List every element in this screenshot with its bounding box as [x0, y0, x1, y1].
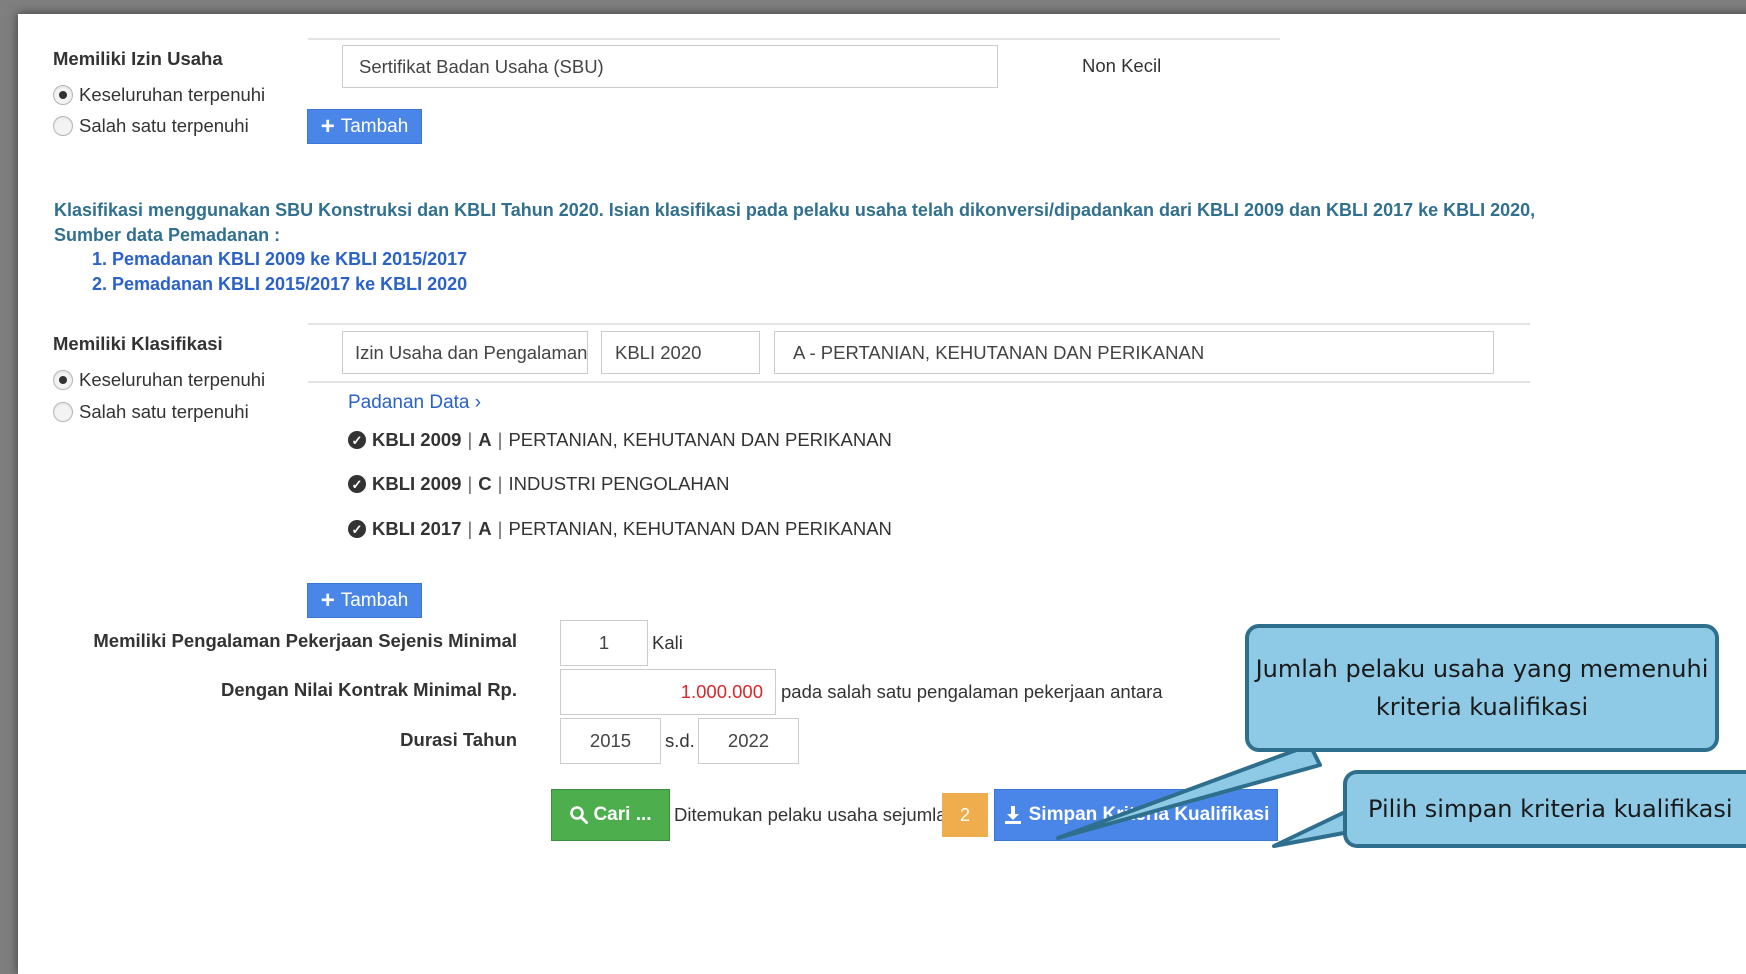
callout-jumlah-pelaku: Jumlah pelaku usaha yang memenuhi kriter…: [1245, 624, 1719, 752]
callout-pointer-jumlah: [1056, 743, 1322, 840]
callout-simpan-kriteria: Pilih simpan kriteria kualifikasi: [1343, 770, 1746, 848]
